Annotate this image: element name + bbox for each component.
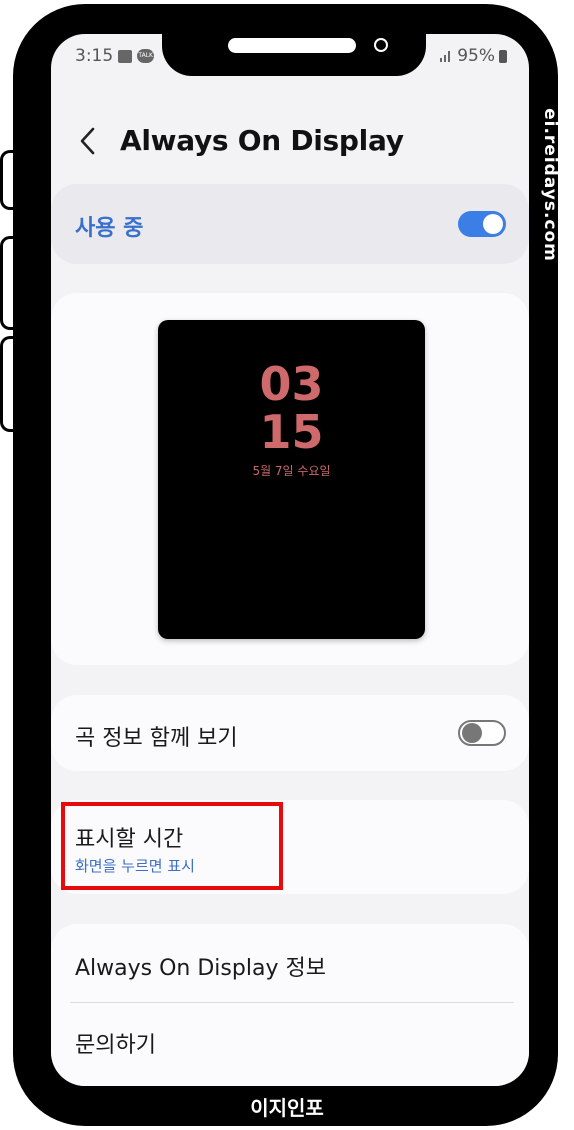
preview-date: 5월 7일 수요일 — [252, 464, 331, 478]
kakaotalk-icon: TALK — [137, 49, 155, 63]
menu-item-contact[interactable]: 문의하기 — [75, 1027, 156, 1059]
menu-item-about[interactable]: Always On Display 정보 — [75, 950, 326, 982]
menu-divider — [70, 1002, 514, 1003]
camera-notch — [162, 4, 426, 76]
status-bar-right: 95% — [439, 46, 507, 66]
side-button-top — [0, 150, 14, 210]
music-info-label: 곡 정보 함께 보기 — [75, 726, 238, 751]
brand-label: 이지인포 — [250, 1096, 324, 1120]
front-camera-icon — [374, 38, 388, 52]
volume-up-button — [0, 236, 14, 330]
battery-icon — [499, 49, 507, 63]
page-title: Always On Display — [120, 124, 404, 157]
toggle-knob — [483, 214, 503, 234]
app-header: Always On Display — [51, 118, 529, 168]
gallery-icon — [118, 49, 133, 63]
highlight-box — [61, 802, 283, 890]
preview-minute: 15 — [259, 405, 324, 459]
status-bar-left: 3:15 TALK — [75, 46, 155, 66]
toggle-knob — [462, 723, 482, 743]
aod-preview[interactable]: 03 15 5월 7일 수요일 — [158, 320, 425, 639]
status-time: 3:15 — [75, 46, 114, 66]
master-toggle-switch[interactable] — [458, 211, 506, 237]
watermark: ei.reidays.com — [540, 108, 560, 262]
preview-hour: 03 — [259, 357, 324, 411]
master-toggle-label: 사용 중 — [75, 216, 144, 241]
signal-icon — [440, 51, 451, 62]
speaker-grille — [228, 38, 356, 53]
music-info-toggle-switch[interactable] — [458, 720, 506, 746]
battery-percent: 95% — [457, 46, 495, 66]
back-arrow-icon[interactable] — [75, 126, 103, 156]
music-info-row[interactable]: 곡 정보 함께 보기 — [51, 695, 529, 771]
info-menu-card: Always On Display 정보 문의하기 — [51, 924, 529, 1086]
volume-down-button — [0, 336, 14, 432]
master-toggle-row[interactable]: 사용 중 — [51, 184, 529, 264]
